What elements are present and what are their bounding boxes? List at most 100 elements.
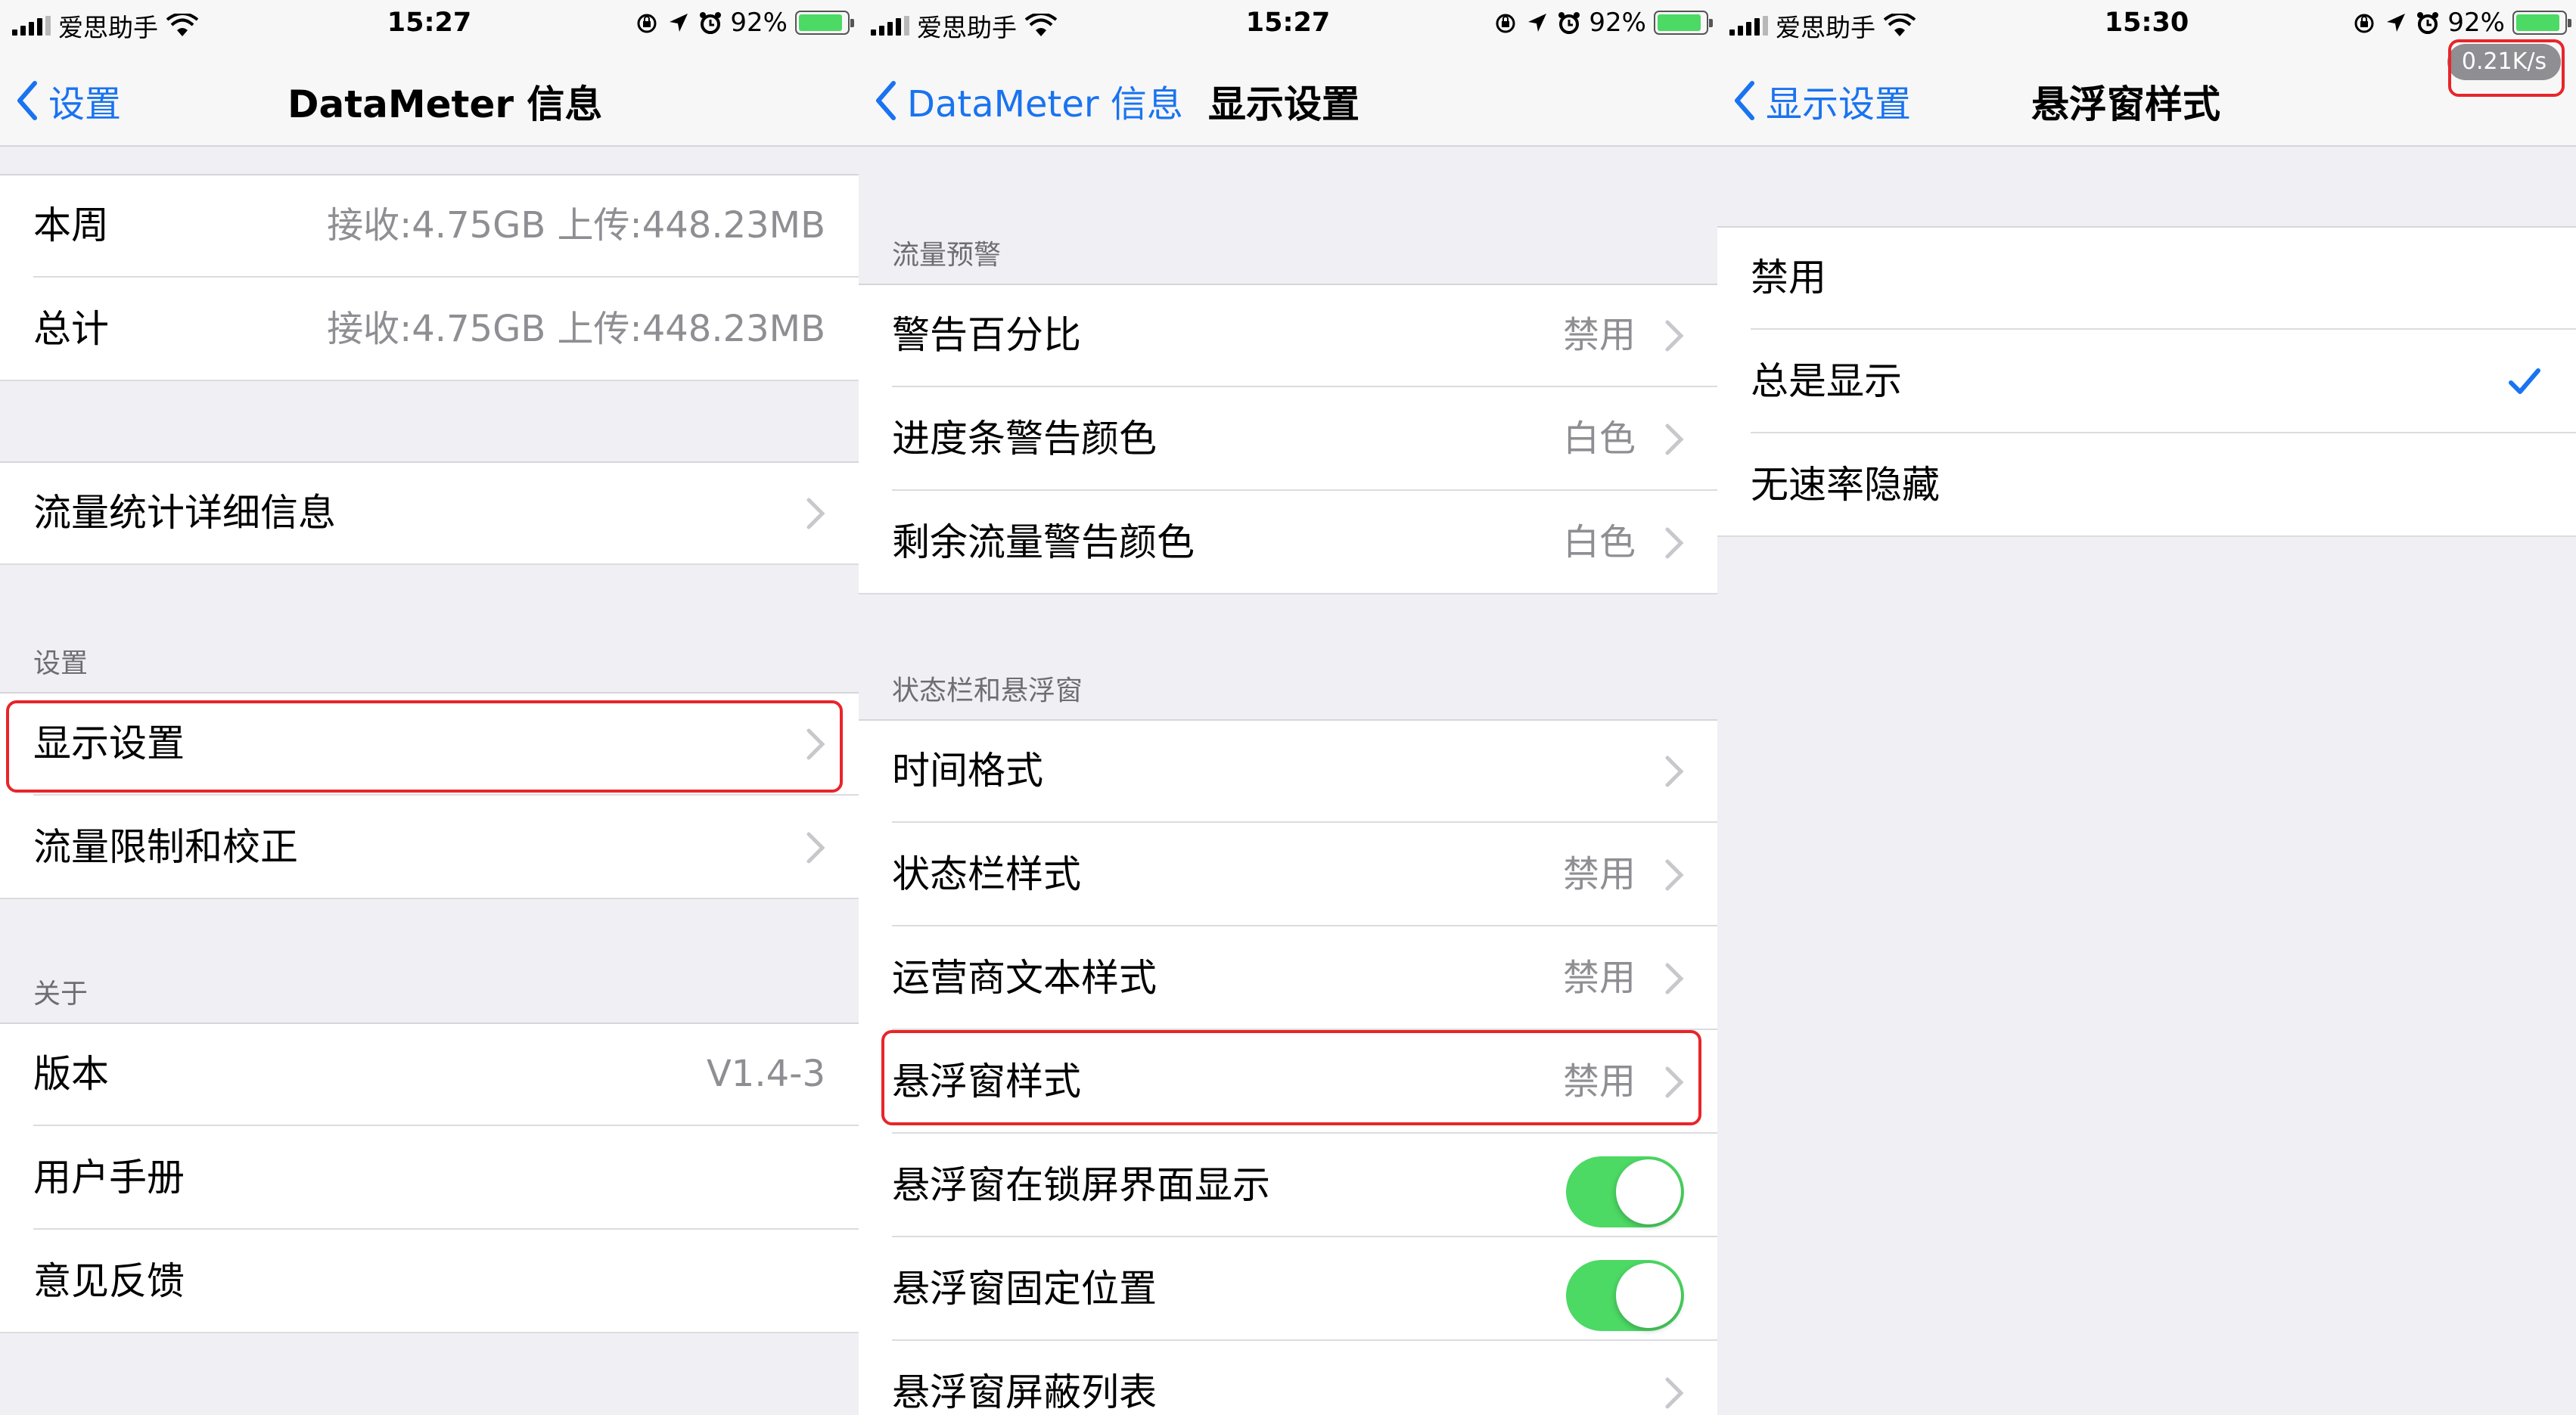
back-chevron-icon (1735, 81, 1754, 120)
status-bar: 爱思助手 15:27 92% (0, 0, 859, 47)
row-label: 时间格式 (892, 749, 1043, 793)
section-header-about: 关于 (33, 979, 89, 1010)
row-value: 白色 (1562, 521, 1636, 563)
back-button-label: 设置 (48, 83, 122, 126)
row-label: 警告百分比 (892, 313, 1081, 357)
row-value: 接收:4.75GB 上传:448.23MB (327, 308, 825, 350)
checkmark-icon (2509, 368, 2540, 394)
location-arrow-icon (1528, 14, 1547, 32)
back-chevron-icon (876, 81, 896, 120)
option-label: 总是显示 (1751, 359, 1902, 403)
option-always-show[interactable]: 总是显示 (1717, 330, 2576, 433)
chevron-right-icon (1665, 859, 1684, 891)
chevron-right-icon (1665, 963, 1684, 995)
back-chevron-icon (17, 81, 37, 120)
section-header-warning: 流量预警 (892, 240, 1002, 271)
chevron-right-icon (1665, 527, 1684, 559)
section-header-statusbar: 状态栏和悬浮窗 (892, 675, 1083, 706)
row-traffic-limit[interactable]: 流量限制和校正 (0, 796, 859, 899)
option-disabled[interactable]: 禁用 (1717, 226, 2576, 330)
row-user-manual[interactable]: 用户手册 (0, 1126, 859, 1230)
row-label: 悬浮窗固定位置 (892, 1267, 1157, 1311)
orientation-lock-icon (637, 14, 657, 33)
alarm-icon (700, 12, 722, 34)
battery-percent: 92% (2447, 8, 2505, 38)
highlight-box (6, 700, 843, 793)
row-label: 剩余流量警告颜色 (892, 520, 1195, 564)
row-label: 运营商文本样式 (892, 956, 1157, 1000)
row-statusbar-style[interactable]: 状态栏样式 禁用 (859, 823, 1717, 926)
battery-icon (2512, 11, 2571, 35)
row-value: 禁用 (1562, 957, 1636, 999)
status-bar: 爱思助手 15:27 92% (859, 0, 1717, 47)
row-version: 版本 V1.4-3 (0, 1022, 859, 1126)
back-button-label: DataMeter 信息 (907, 83, 1183, 126)
screen-datameter-info: 爱思助手 15:27 92% 设置 DataMeter 信息 本周 接收:4.7… (0, 0, 859, 1415)
navigation-bar: DataMeter 信息 显示设置 (859, 47, 1717, 147)
row-block-list[interactable]: 悬浮窗屏蔽列表 (859, 1341, 1717, 1415)
row-label: 本周 (33, 203, 109, 247)
row-feedback[interactable]: 意见反馈 (0, 1230, 859, 1333)
row-label: 进度条警告颜色 (892, 417, 1157, 461)
option-label: 无速率隐藏 (1751, 463, 1940, 507)
back-button-label: 显示设置 (1766, 83, 1912, 126)
orientation-lock-icon (2354, 14, 2374, 33)
page-title: 悬浮窗样式 (2031, 82, 2220, 126)
battery-percent: 92% (730, 8, 788, 38)
row-label: 悬浮窗在锁屏界面显示 (892, 1163, 1270, 1207)
back-button[interactable]: 设置 (15, 74, 121, 127)
row-progress-warning-color[interactable]: 进度条警告颜色 白色 (859, 387, 1717, 491)
row-traffic-details[interactable]: 流量统计详细信息 (0, 461, 859, 565)
alarm-icon (2417, 12, 2439, 34)
option-label: 禁用 (1751, 256, 1826, 299)
section-header-settings: 设置 (33, 648, 89, 679)
highlight-box (2448, 39, 2565, 97)
highlight-box (881, 1030, 1701, 1125)
back-button[interactable]: 显示设置 (1732, 74, 1911, 127)
row-carrier-text-style[interactable]: 运营商文本样式 禁用 (859, 926, 1717, 1030)
row-label: 流量限制和校正 (33, 825, 298, 869)
screen-display-settings: 爱思助手 15:27 92% DataMeter 信息 显示设置 流量预警 警告… (859, 0, 1717, 1415)
option-hide-when-no-speed[interactable]: 无速率隐藏 (1717, 433, 2576, 537)
row-label: 状态栏样式 (892, 852, 1081, 896)
navigation-bar: 设置 DataMeter 信息 (0, 47, 859, 147)
row-label: 用户手册 (33, 1156, 185, 1199)
screen-floating-window-style: 爱思助手 15:30 92% 显示设置 悬浮窗样式 0.21K/s 禁用 总是显… (1717, 0, 2576, 1415)
chevron-right-icon (1665, 756, 1684, 787)
row-value: 白色 (1562, 417, 1636, 460)
row-label: 意见反馈 (33, 1259, 185, 1303)
chevron-right-icon (1665, 424, 1684, 455)
chevron-right-icon (806, 832, 825, 864)
chevron-right-icon (1665, 320, 1684, 352)
row-label: 版本 (33, 1052, 109, 1096)
row-label: 悬浮窗屏蔽列表 (892, 1370, 1157, 1414)
row-value: V1.4-3 (706, 1053, 825, 1095)
lockscreen-toggle[interactable] (1566, 1156, 1684, 1227)
row-label: 总计 (33, 307, 109, 351)
location-arrow-icon (670, 14, 688, 32)
status-bar: 爱思助手 15:30 92% (1717, 0, 2576, 47)
fixed-position-toggle[interactable] (1566, 1260, 1684, 1331)
alarm-icon (1558, 12, 1580, 34)
chevron-right-icon (1665, 1377, 1684, 1409)
row-fixed-position: 悬浮窗固定位置 (859, 1237, 1717, 1341)
row-warning-percent[interactable]: 警告百分比 禁用 (859, 284, 1717, 387)
row-show-on-lockscreen: 悬浮窗在锁屏界面显示 (859, 1134, 1717, 1237)
row-this-week: 本周 接收:4.75GB 上传:448.23MB (0, 174, 859, 278)
battery-icon (795, 11, 854, 35)
row-remaining-warning-color[interactable]: 剩余流量警告颜色 白色 (859, 491, 1717, 594)
chevron-right-icon (806, 498, 825, 529)
location-arrow-icon (2387, 14, 2406, 32)
row-total: 总计 接收:4.75GB 上传:448.23MB (0, 278, 859, 381)
battery-icon (1654, 11, 1713, 35)
battery-percent: 92% (1589, 8, 1646, 38)
row-label: 流量统计详细信息 (33, 491, 336, 535)
row-time-format[interactable]: 时间格式 (859, 719, 1717, 823)
row-value: 禁用 (1562, 853, 1636, 895)
back-button[interactable]: DataMeter 信息 (874, 74, 1183, 127)
page-title: DataMeter 信息 (287, 82, 603, 126)
row-value: 禁用 (1562, 314, 1636, 356)
orientation-lock-icon (1496, 14, 1515, 33)
page-title: 显示设置 (1208, 82, 1359, 126)
row-value: 接收:4.75GB 上传:448.23MB (327, 204, 825, 247)
